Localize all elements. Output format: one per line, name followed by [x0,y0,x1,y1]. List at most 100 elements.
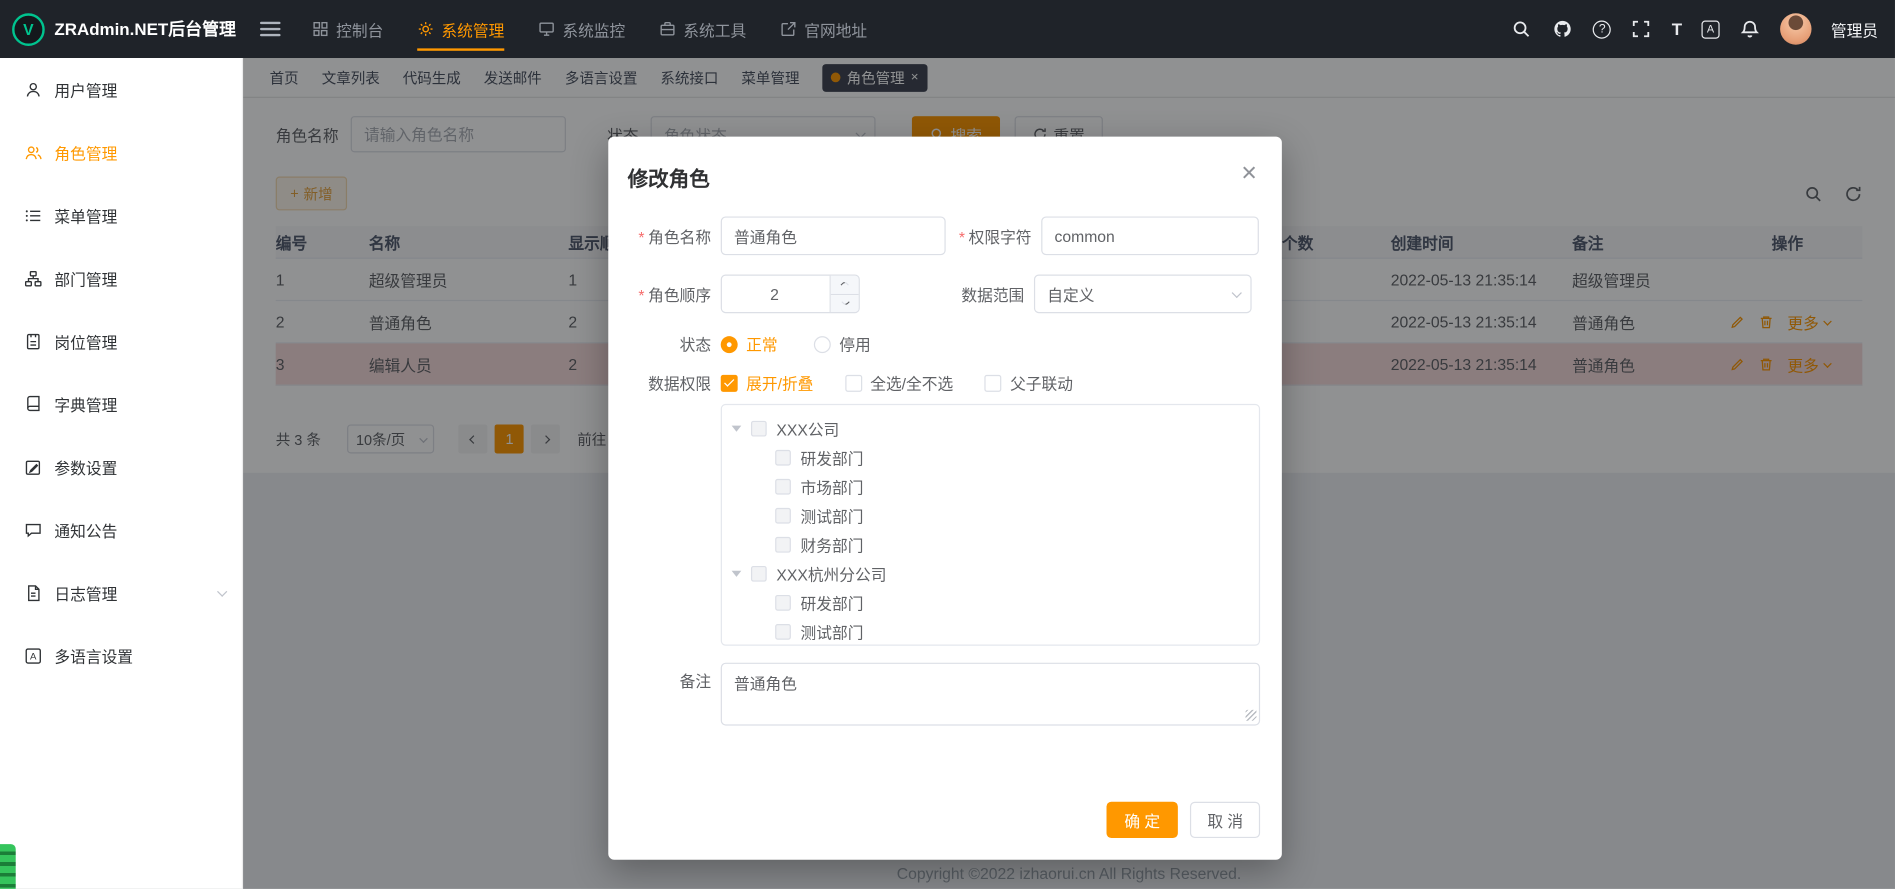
dialog-body: *角色名称 *权限字符 *角色顺序 数据范围 自定义 [608,192,1282,725]
sidebar-item-posts[interactable]: 岗位管理 [0,310,242,373]
font-size-icon[interactable]: T [1672,19,1682,38]
search-icon[interactable] [1511,18,1533,40]
nav-item-system-admin[interactable]: 系统管理 [417,0,504,58]
nav-item-website[interactable]: 官网地址 [780,0,867,58]
translate-icon: A [24,646,42,664]
badge-icon [24,332,42,350]
required-mark: * [959,228,965,246]
language-icon[interactable]: A [1701,20,1719,38]
tree-node-label: XXX杭州分公司 [776,562,886,585]
role-order-stepper [721,275,860,314]
sidebar-item-menus[interactable]: 菜单管理 [0,184,242,247]
help-icon[interactable]: ? [1593,20,1611,38]
sidebar-item-label: 多语言设置 [54,644,133,667]
data-scope-select[interactable]: 自定义 [1034,275,1252,314]
bell-icon[interactable] [1739,18,1761,40]
chat-bubble-icon [24,521,42,539]
tree-node-label: 测试部门 [801,504,864,527]
nav-item-console[interactable]: 控制台 [312,0,383,58]
tree-checkbox[interactable] [775,594,791,610]
radio-label: 正常 [746,333,777,356]
user-icon [24,80,42,98]
app-title: ZRAdmin.NET后台管理 [54,17,236,41]
sidebar-item-roles[interactable]: 角色管理 [0,121,242,184]
hamburger-icon[interactable] [260,22,281,37]
github-icon[interactable] [1552,18,1574,40]
tree-node[interactable]: XXX公司 [722,414,1259,443]
checkbox-expand-collapse[interactable]: 展开/折叠 [721,371,814,394]
toolbox-icon [659,21,676,38]
tree-node[interactable]: 测试部门 [722,501,1259,530]
remark-textarea[interactable]: 普通角色 [721,663,1260,726]
chevron-down-icon [841,298,850,307]
sidebar-item-logs[interactable]: 日志管理 [0,561,242,624]
list-icon [24,206,42,224]
tree-checkbox[interactable] [775,536,791,552]
logo: V ZRAdmin.NET后台管理 [0,0,243,58]
tree-node[interactable]: XXX杭州分公司 [722,559,1259,588]
tree-spacer [608,404,720,412]
role-name-label: *角色名称 [608,224,720,247]
tree-checkbox[interactable] [751,420,767,436]
role-name-field[interactable] [721,216,946,255]
sidebar-item-label: 字典管理 [54,392,117,415]
radio-status-normal[interactable]: 正常 [721,333,778,356]
caret-down-icon[interactable] [732,570,742,576]
checkbox-unchecked-icon [985,374,1002,391]
nav-label: 控制台 [336,18,383,41]
confirm-button[interactable]: 确 定 [1106,802,1178,838]
avatar[interactable] [1780,13,1811,44]
radio-status-disabled[interactable]: 停用 [814,333,871,356]
sidebar-item-dictionary[interactable]: 字典管理 [0,372,242,435]
tree-checkbox[interactable] [751,565,767,581]
dialog-footer: 确 定 取 消 [1106,802,1260,838]
perm-char-label: *权限字符 [946,224,1042,247]
tree-checkbox[interactable] [775,449,791,465]
external-link-icon [780,21,797,38]
sidebar-item-users[interactable]: 用户管理 [0,58,242,121]
cancel-button[interactable]: 取 消 [1190,802,1260,838]
tree-checkbox[interactable] [775,478,791,494]
status-label: 状态 [608,333,720,356]
stepper-up-button[interactable] [831,276,859,295]
sidebar: 用户管理 角色管理 菜单管理 部门管理 岗位管理 字典管理 参数设置 通知公告 [0,58,243,889]
gear-icon [417,21,434,38]
book-icon [24,395,42,413]
tree-node[interactable]: 研发部门 [722,588,1259,617]
tree-node-label: XXX公司 [776,417,839,440]
caret-down-icon[interactable] [732,425,742,431]
close-icon[interactable]: ✕ [1240,163,1257,184]
checkbox-parent-child-link[interactable]: 父子联动 [985,371,1073,394]
sidebar-item-parameters[interactable]: 参数设置 [0,435,242,498]
sidebar-item-i18n[interactable]: A 多语言设置 [0,624,242,687]
tree-checkbox[interactable] [775,507,791,523]
data-scope-label: 数据范围 [938,282,1034,305]
radio-label: 停用 [839,333,870,356]
tree-node[interactable]: 研发部门 [722,443,1259,472]
sidebar-item-departments[interactable]: 部门管理 [0,247,242,310]
checkbox-select-all[interactable]: 全选/全不选 [845,371,953,394]
sidebar-item-label: 用户管理 [54,78,117,101]
sidebar-item-label: 日志管理 [54,581,117,604]
tree-node[interactable]: 市场部门 [722,472,1259,501]
user-name[interactable]: 管理员 [1831,18,1878,41]
nav-label: 系统管理 [441,18,504,41]
tree-checkbox[interactable] [775,623,791,639]
tree-node[interactable]: 财务部门 [722,530,1259,559]
data-perm-label: 数据权限 [608,371,720,394]
checkbox-label: 全选/全不选 [870,371,953,394]
required-mark: * [638,286,644,304]
sidebar-item-label: 通知公告 [54,518,117,541]
stepper-down-button[interactable] [831,294,859,312]
perm-char-field[interactable] [1041,216,1259,255]
sidebar-item-notices[interactable]: 通知公告 [0,498,242,561]
dialog-title: 修改角色 [608,137,1282,193]
tree-node[interactable]: 测试部门 [722,617,1259,646]
nav-item-tools[interactable]: 系统工具 [659,0,746,58]
radio-unchecked-icon [814,336,831,353]
tree-node-label: 研发部门 [801,446,864,469]
chevron-down-icon [217,587,227,597]
fullscreen-icon[interactable] [1631,18,1653,40]
nav-item-monitor[interactable]: 系统监控 [538,0,625,58]
sidebar-item-label: 角色管理 [54,141,117,164]
